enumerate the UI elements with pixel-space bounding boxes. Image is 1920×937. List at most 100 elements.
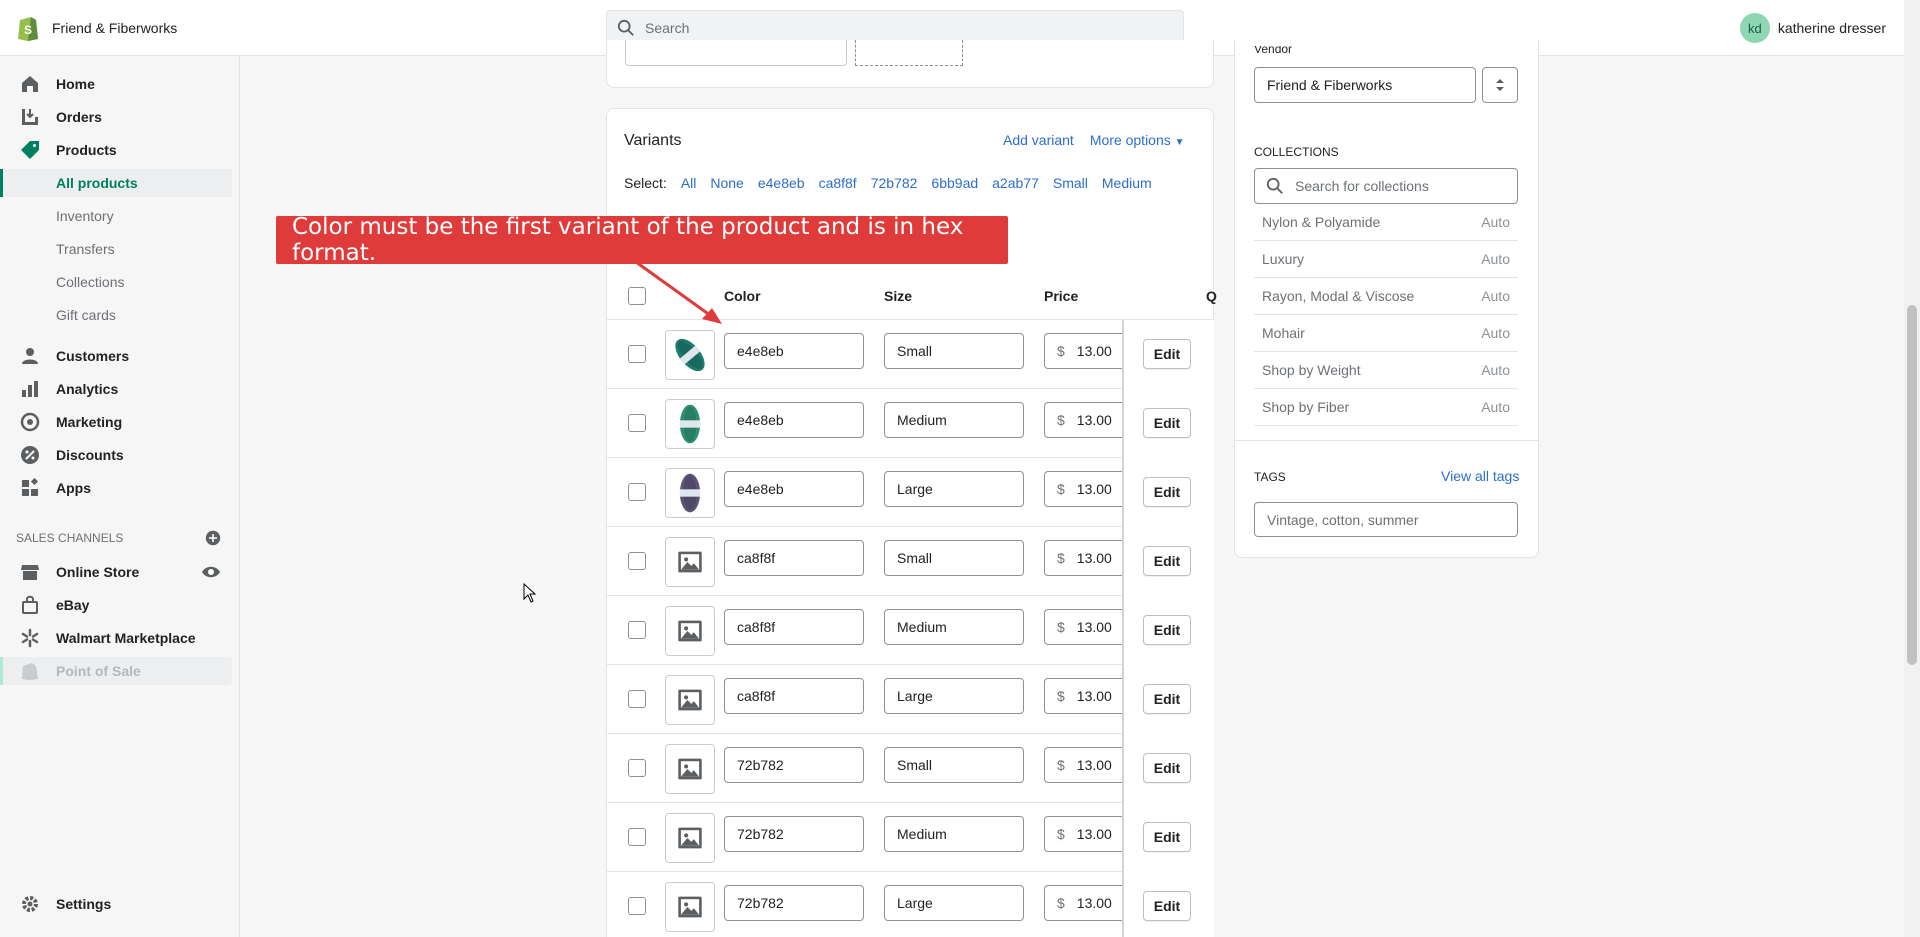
edit-variant-button[interactable]: Edit bbox=[1143, 477, 1191, 507]
media-dropzone[interactable] bbox=[855, 40, 963, 66]
tags-input[interactable]: Vintage, cotton, summer bbox=[1254, 502, 1518, 537]
collection-item[interactable]: Shop by Weight Auto bbox=[1254, 352, 1518, 389]
price-input[interactable]: $13.00 bbox=[1044, 471, 1128, 507]
collection-item[interactable]: Mohair Auto bbox=[1254, 315, 1518, 352]
sidebar-item-collections[interactable]: Collections bbox=[0, 268, 232, 296]
price-input[interactable]: $13.00 bbox=[1044, 816, 1128, 852]
color-input[interactable]: ca8f8f bbox=[724, 540, 864, 576]
size-input[interactable]: Medium bbox=[884, 816, 1024, 852]
sidebar-item-walmart[interactable]: Walmart Marketplace bbox=[0, 624, 232, 652]
vendor-select-button[interactable] bbox=[1482, 67, 1518, 103]
sidebar-item-ebay[interactable]: eBay bbox=[0, 591, 232, 619]
row-checkbox[interactable] bbox=[628, 897, 646, 915]
price-input[interactable]: $13.00 bbox=[1044, 609, 1128, 645]
row-checkbox[interactable] bbox=[628, 414, 646, 432]
sidebar-item-marketing[interactable]: Marketing bbox=[0, 408, 232, 436]
select-72b782-link[interactable]: 72b782 bbox=[871, 175, 918, 191]
size-input[interactable]: Medium bbox=[884, 609, 1024, 645]
sidebar-item-orders[interactable]: Orders bbox=[0, 103, 232, 131]
collection-item[interactable]: Shop by Fiber Auto bbox=[1254, 389, 1518, 426]
edit-variant-button[interactable]: Edit bbox=[1143, 615, 1191, 645]
sidebar-item-all-products[interactable]: All products bbox=[0, 169, 232, 197]
row-checkbox[interactable] bbox=[628, 759, 646, 777]
price-input[interactable]: $13.00 bbox=[1044, 402, 1128, 438]
sidebar-item-gift-cards[interactable]: Gift cards bbox=[0, 301, 232, 329]
color-input[interactable]: ca8f8f bbox=[724, 678, 864, 714]
color-input[interactable]: ca8f8f bbox=[724, 609, 864, 645]
select-none-link[interactable]: None bbox=[710, 175, 743, 191]
variant-thumbnail[interactable] bbox=[665, 468, 715, 518]
select-all-link[interactable]: All bbox=[681, 175, 697, 191]
size-input[interactable]: Large bbox=[884, 885, 1024, 921]
variant-thumbnail[interactable] bbox=[665, 537, 715, 587]
variant-thumbnail[interactable] bbox=[665, 882, 715, 932]
page-scrollbar[interactable] bbox=[1904, 0, 1920, 937]
variant-thumbnail[interactable] bbox=[665, 330, 715, 380]
color-input[interactable]: e4e8eb bbox=[724, 471, 864, 507]
color-input[interactable]: e4e8eb bbox=[724, 402, 864, 438]
scrollbar-thumb[interactable] bbox=[1907, 305, 1917, 665]
sidebar-item-home[interactable]: Home bbox=[0, 70, 232, 98]
row-checkbox[interactable] bbox=[628, 345, 646, 363]
eye-icon[interactable] bbox=[201, 562, 221, 582]
size-input[interactable]: Small bbox=[884, 540, 1024, 576]
size-input[interactable]: Large bbox=[884, 471, 1024, 507]
price-input[interactable]: $13.00 bbox=[1044, 747, 1128, 783]
view-all-tags-link[interactable]: View all tags bbox=[1441, 468, 1519, 484]
color-input[interactable]: e4e8eb bbox=[724, 333, 864, 369]
sidebar-item-transfers[interactable]: Transfers bbox=[0, 235, 232, 263]
sidebar-item-inventory[interactable]: Inventory bbox=[0, 202, 232, 230]
sidebar-item-online-store[interactable]: Online Store bbox=[0, 558, 221, 586]
sidebar-item-products[interactable]: Products bbox=[0, 136, 232, 164]
color-input[interactable]: 72b782 bbox=[724, 885, 864, 921]
edit-variant-button[interactable]: Edit bbox=[1143, 408, 1191, 438]
sidebar-item-analytics[interactable]: Analytics bbox=[0, 375, 232, 403]
add-variant-link[interactable]: Add variant bbox=[1003, 132, 1074, 148]
edit-variant-button[interactable]: Edit bbox=[1143, 753, 1191, 783]
select-small-link[interactable]: Small bbox=[1053, 175, 1088, 191]
media-input[interactable] bbox=[625, 40, 847, 66]
edit-variant-button[interactable]: Edit bbox=[1143, 822, 1191, 852]
sidebar-item-apps[interactable]: Apps bbox=[0, 474, 232, 502]
collection-item[interactable]: Rayon, Modal & Viscose Auto bbox=[1254, 278, 1518, 315]
variant-thumbnail[interactable] bbox=[665, 813, 715, 863]
brand[interactable]: S Friend & Fiberworks bbox=[0, 14, 400, 42]
row-checkbox[interactable] bbox=[628, 828, 646, 846]
row-checkbox[interactable] bbox=[628, 690, 646, 708]
vendor-input[interactable]: Friend & Fiberworks bbox=[1254, 67, 1476, 103]
row-checkbox[interactable] bbox=[628, 621, 646, 639]
row-checkbox[interactable] bbox=[628, 552, 646, 570]
more-options-button[interactable]: More options ▼ bbox=[1090, 132, 1185, 148]
sidebar-item-point-of-sale[interactable]: Point of Sale bbox=[0, 657, 232, 685]
sidebar-item-customers[interactable]: Customers bbox=[0, 342, 232, 370]
price-input[interactable]: $13.00 bbox=[1044, 678, 1128, 714]
row-checkbox[interactable] bbox=[628, 483, 646, 501]
price-input[interactable]: $13.00 bbox=[1044, 885, 1128, 921]
user-menu[interactable]: kd katherine dresser bbox=[1739, 13, 1886, 43]
collection-item[interactable]: Nylon & Polyamide Auto bbox=[1254, 204, 1518, 241]
edit-variant-button[interactable]: Edit bbox=[1143, 891, 1191, 921]
size-input[interactable]: Large bbox=[884, 678, 1024, 714]
price-input[interactable]: $13.00 bbox=[1044, 540, 1128, 576]
edit-variant-button[interactable]: Edit bbox=[1143, 339, 1191, 369]
size-input[interactable]: Small bbox=[884, 333, 1024, 369]
add-channel-icon[interactable] bbox=[205, 530, 221, 546]
variant-thumbnail[interactable] bbox=[665, 399, 715, 449]
edit-variant-button[interactable]: Edit bbox=[1143, 684, 1191, 714]
edit-variant-button[interactable]: Edit bbox=[1143, 546, 1191, 576]
collection-item[interactable]: Luxury Auto bbox=[1254, 241, 1518, 278]
select-6bb9ad-link[interactable]: 6bb9ad bbox=[931, 175, 978, 191]
collections-search-input[interactable]: Search for collections bbox=[1254, 168, 1518, 204]
variant-thumbnail[interactable] bbox=[665, 744, 715, 794]
size-input[interactable]: Small bbox=[884, 747, 1024, 783]
select-medium-link[interactable]: Medium bbox=[1102, 175, 1152, 191]
select-ca8f8f-link[interactable]: ca8f8f bbox=[819, 175, 857, 191]
sidebar-item-settings[interactable]: Settings bbox=[0, 890, 232, 918]
sidebar-item-discounts[interactable]: Discounts bbox=[0, 441, 232, 469]
variant-thumbnail[interactable] bbox=[665, 606, 715, 656]
color-input[interactable]: 72b782 bbox=[724, 747, 864, 783]
price-input[interactable]: $13.00 bbox=[1044, 333, 1128, 369]
color-input[interactable]: 72b782 bbox=[724, 816, 864, 852]
select-a2ab77-link[interactable]: a2ab77 bbox=[992, 175, 1039, 191]
variant-thumbnail[interactable] bbox=[665, 675, 715, 725]
